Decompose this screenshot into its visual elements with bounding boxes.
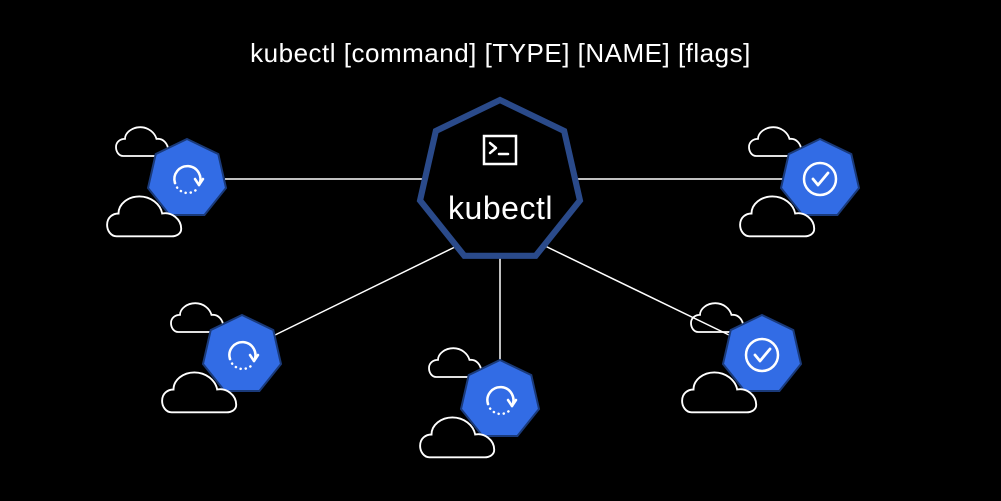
center-node <box>420 100 580 256</box>
node-top-right <box>740 127 859 236</box>
node-bottom-right <box>682 303 801 412</box>
node-bottom-center <box>420 348 539 457</box>
node-bottom-left <box>162 303 281 412</box>
node-top-left <box>107 127 226 236</box>
diagram-canvas <box>0 0 1001 501</box>
center-node-label: kubectl <box>448 190 553 227</box>
